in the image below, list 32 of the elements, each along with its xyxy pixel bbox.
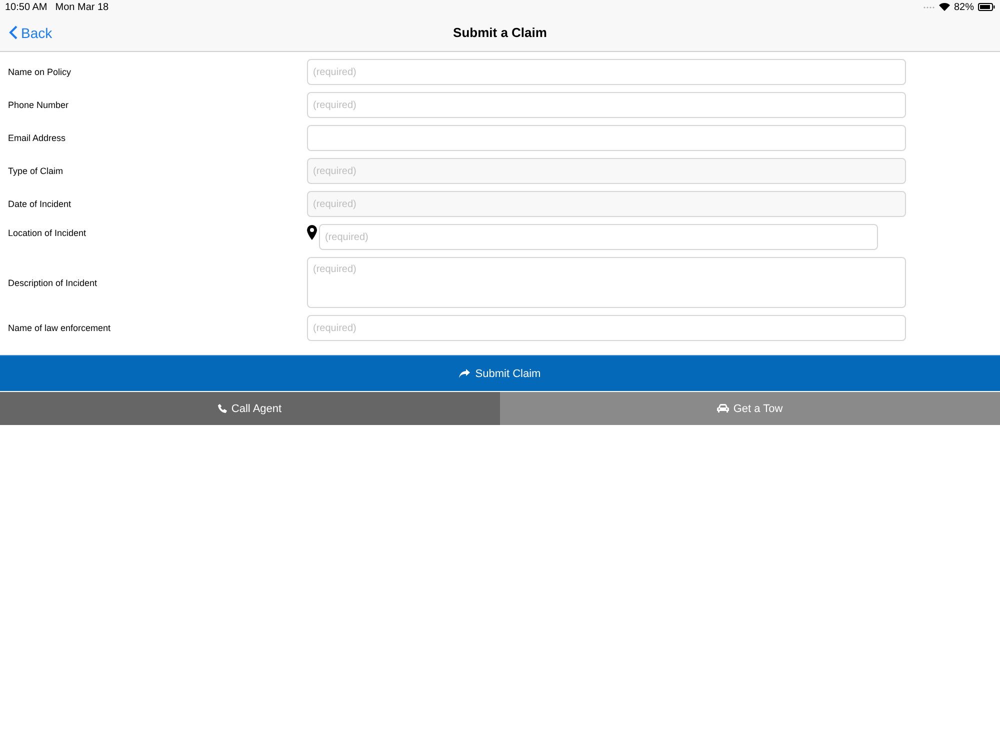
description-field[interactable]: (required): [307, 257, 906, 308]
action-button[interactable]: Call Agent: [0, 392, 500, 425]
location-field[interactable]: (required): [319, 224, 878, 250]
field-label: Name on Policy: [7, 67, 72, 77]
text-field[interactable]: (required): [307, 315, 906, 341]
page-title: Submit a Claim: [453, 25, 547, 40]
field-label: Location of Incident: [7, 227, 88, 238]
text-field[interactable]: [307, 125, 906, 151]
back-button[interactable]: Back: [0, 24, 58, 42]
share-arrow-icon: [459, 369, 470, 378]
signal-icon: [922, 6, 935, 8]
field-label: Name of law enforcement: [7, 323, 112, 333]
text-field[interactable]: (required): [307, 59, 906, 85]
field-label: Date of Incident: [7, 199, 72, 209]
text-field[interactable]: (required): [307, 92, 906, 118]
submit-claim-button[interactable]: Submit Claim: [0, 355, 1000, 391]
battery-percent: 82%: [954, 2, 974, 12]
action-button[interactable]: Get a Tow: [500, 392, 1000, 425]
picker-field[interactable]: (required): [307, 191, 906, 217]
chevron-left-icon: [9, 25, 18, 40]
field-label: Phone Number: [7, 100, 70, 110]
status-date: Mon Mar 18: [55, 2, 109, 12]
phone-icon: [218, 404, 228, 413]
status-time: 10:50 AM: [5, 2, 48, 12]
field-label: Email Address: [7, 133, 67, 143]
wifi-icon: [938, 3, 950, 11]
field-label: Description of Incident: [7, 278, 98, 288]
field-label: Type of Claim: [7, 166, 64, 176]
battery-icon: [978, 3, 995, 11]
picker-field[interactable]: (required): [307, 158, 906, 184]
car-icon: [717, 404, 730, 413]
map-pin-icon: [307, 225, 317, 240]
